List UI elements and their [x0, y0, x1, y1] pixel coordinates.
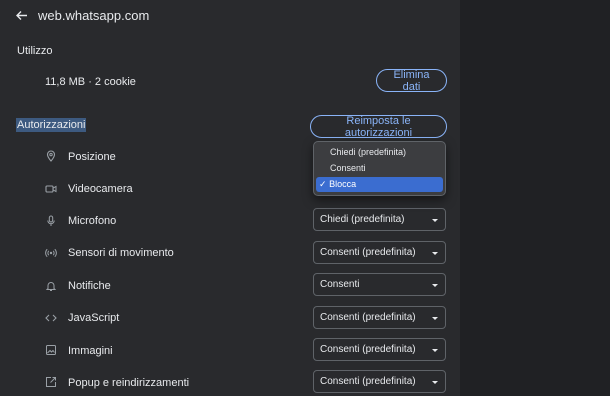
videocam-icon [45, 183, 57, 195]
dropdown-option-block-label: Blocca [329, 179, 357, 189]
site-title: web.whatsapp.com [38, 8, 150, 23]
popups-select[interactable]: Consenti (predefinita) [313, 370, 446, 393]
permission-label-camera: Videocamera [68, 183, 133, 195]
permission-label-javascript: JavaScript [68, 312, 120, 324]
image-icon [45, 344, 57, 356]
usage-summary: 11,8 MB · 2 cookie [45, 76, 136, 88]
chevron-down-icon [432, 219, 438, 222]
notifications-select-value: Consenti [320, 279, 360, 290]
sensors-icon [45, 247, 57, 259]
chevron-down-icon [432, 381, 438, 384]
open-in-new-icon [45, 376, 57, 388]
microphone-select[interactable]: Chiedi (predefinita) [313, 208, 446, 231]
permission-label-location: Posizione [68, 151, 116, 163]
permission-label-motion-sensors: Sensori di movimento [68, 247, 174, 259]
permission-label-notifications: Notifiche [68, 280, 111, 292]
microphone-select-value: Chiedi (predefinita) [320, 214, 405, 225]
site-settings-panel [0, 0, 460, 396]
images-select-value: Consenti (predefinita) [320, 344, 416, 355]
location-icon [45, 150, 57, 162]
usage-section-label: Utilizzo [17, 45, 53, 57]
javascript-select-value: Consenti (predefinita) [320, 312, 416, 323]
permission-label-popups: Popup e reindirizzamenti [68, 377, 190, 389]
background-area [460, 0, 610, 396]
chevron-down-icon [432, 252, 438, 255]
back-arrow-icon[interactable] [15, 9, 28, 22]
chevron-down-icon [432, 284, 438, 287]
clear-data-button[interactable]: Elimina dati [376, 69, 447, 93]
motion-sensors-select-value: Consenti (predefinita) [320, 247, 416, 258]
checkmark-icon: ✓ [319, 179, 327, 189]
code-icon [45, 312, 57, 324]
motion-sensors-select[interactable]: Consenti (predefinita) [313, 241, 446, 264]
notifications-select[interactable]: Consenti [313, 273, 446, 296]
bell-icon [45, 280, 57, 292]
dropdown-option-block[interactable]: ✓ Blocca [316, 177, 443, 192]
dropdown-option-allow[interactable]: Consenti [316, 161, 443, 176]
permissions-label-text: Autorizzazioni [16, 118, 87, 132]
permission-dropdown-menu: Chiedi (predefinita) Consenti ✓ Blocca [313, 141, 446, 196]
mic-icon [45, 215, 57, 227]
chevron-down-icon [432, 317, 438, 320]
permissions-section-label: Autorizzazioni [16, 118, 87, 132]
images-select[interactable]: Consenti (predefinita) [313, 338, 446, 361]
javascript-select[interactable]: Consenti (predefinita) [313, 306, 446, 329]
dropdown-option-ask[interactable]: Chiedi (predefinita) [316, 145, 443, 160]
chevron-down-icon [432, 349, 438, 352]
popups-select-value: Consenti (predefinita) [320, 376, 416, 387]
permission-label-images: Immagini [68, 345, 113, 357]
permission-label-microphone: Microfono [68, 215, 117, 227]
reset-permissions-button[interactable]: Reimposta le autorizzazioni [310, 115, 447, 139]
